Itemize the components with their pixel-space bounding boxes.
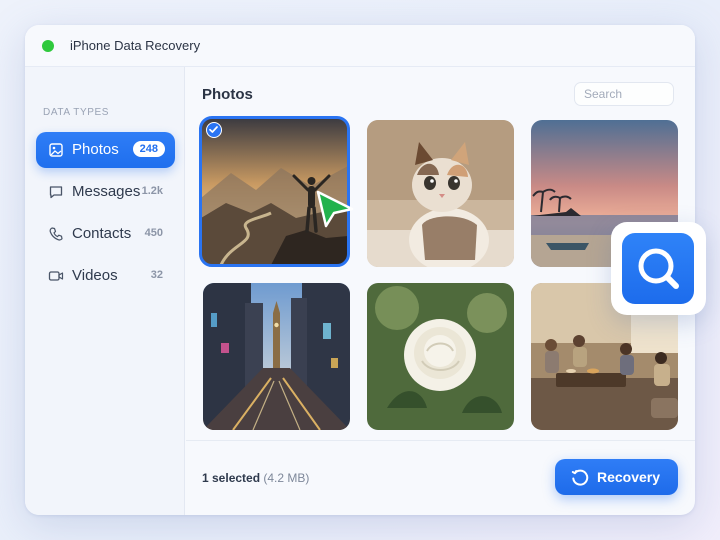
selected-count: 1 selected	[202, 471, 261, 485]
title-bar: iPhone Data Recovery	[25, 25, 695, 67]
check-icon[interactable]	[206, 122, 222, 138]
count-badge: 450	[144, 227, 163, 239]
recovery-button-label: Recovery	[597, 469, 661, 485]
sidebar-item-label: Videos	[72, 267, 118, 284]
sidebar-item-messages[interactable]: Messages 1.2k	[36, 174, 175, 210]
phone-icon	[49, 227, 63, 241]
recovery-button[interactable]: Recovery	[555, 459, 678, 495]
page-title: Photos	[202, 86, 253, 103]
sidebar-item-videos[interactable]: Videos 32	[36, 258, 175, 294]
count-badge: 1.2k	[141, 185, 163, 197]
cursor-icon	[316, 190, 354, 228]
magnifier-card	[611, 222, 706, 315]
divider	[186, 440, 695, 441]
search-icon	[622, 233, 694, 304]
video-icon	[48, 271, 64, 281]
photo-thumbnail-city[interactable]	[203, 283, 350, 430]
count-badge: 248	[132, 141, 165, 157]
photo-thumbnail-kitten[interactable]	[367, 120, 514, 267]
status-dot[interactable]	[42, 40, 54, 52]
selection-status: 1 selected (4.2 MB)	[202, 471, 309, 485]
sidebar-item-contacts[interactable]: Contacts 450	[36, 216, 175, 252]
sidebar-item-label: Messages	[72, 183, 141, 200]
sidebar: DATA TYPES Photos 248 Messages 1.2k Cont…	[25, 67, 185, 515]
search-input[interactable]: Search	[574, 82, 674, 106]
restore-icon	[571, 469, 589, 486]
sidebar-item-label: Photos	[72, 141, 119, 158]
app-title: iPhone Data Recovery	[70, 38, 201, 53]
message-icon	[49, 186, 63, 199]
count-badge: 32	[150, 269, 163, 281]
app-window: iPhone Data Recovery DATA TYPES Photos 2…	[25, 25, 695, 515]
sidebar-item-label: Contacts	[72, 225, 132, 242]
image-icon	[49, 143, 63, 157]
sidebar-heading: DATA TYPES	[43, 107, 110, 118]
sidebar-item-photos[interactable]: Photos 248	[36, 132, 175, 168]
photo-thumbnail-rose[interactable]	[367, 283, 514, 430]
selected-size: (4.2 MB)	[263, 471, 310, 485]
